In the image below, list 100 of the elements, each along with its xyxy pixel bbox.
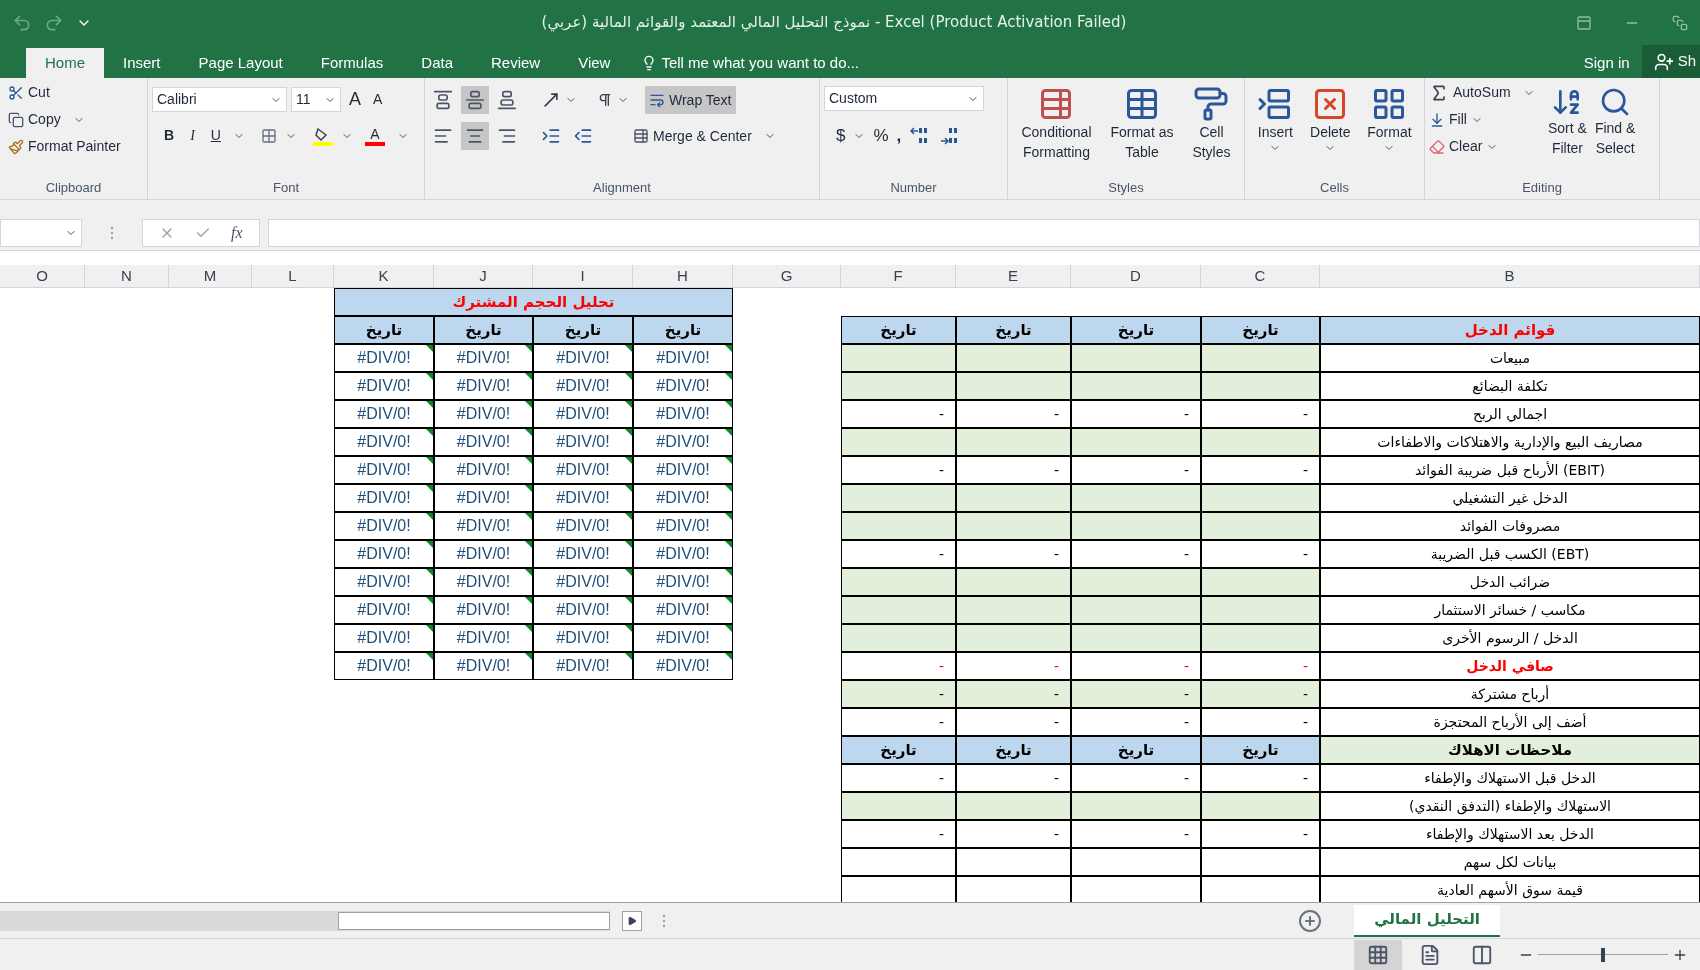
- insert-function-button[interactable]: fx: [231, 220, 243, 245]
- sign-in-link[interactable]: Sign in: [1571, 48, 1642, 78]
- ribbon-tab[interactable]: View: [559, 48, 630, 78]
- ribbon-display-icon[interactable]: [1576, 14, 1592, 31]
- orientation-icon[interactable]: [541, 90, 561, 110]
- restore-icon[interactable]: [1672, 14, 1688, 31]
- table-cell: #DIV/0!: [334, 540, 434, 568]
- format-painter-button[interactable]: Format Painter: [8, 136, 143, 157]
- row-label-cell: بيانات لكل سهم: [1320, 848, 1700, 876]
- ribbon-button[interactable]: Insert: [1253, 82, 1298, 154]
- row-label-cell: الكسب قبل الضريبة (EBT): [1320, 540, 1700, 568]
- underline-button[interactable]: U: [206, 125, 225, 146]
- table-cell: #DIV/0!: [334, 596, 434, 624]
- column-header[interactable]: B: [1320, 265, 1700, 288]
- bold-button[interactable]: B: [160, 125, 179, 146]
- cut-button[interactable]: Cut: [8, 82, 143, 103]
- column-header[interactable]: H: [633, 265, 733, 288]
- table-cell: -: [841, 400, 956, 428]
- table-cell: #DIV/0!: [434, 512, 533, 540]
- table-cell: #DIV/0!: [633, 456, 733, 484]
- outdent-icon[interactable]: [573, 126, 593, 146]
- column-header[interactable]: N: [85, 265, 169, 288]
- table-cell: #DIV/0!: [334, 652, 434, 680]
- column-header[interactable]: M: [169, 265, 252, 288]
- merge-center-button[interactable]: Merge & Center: [629, 125, 780, 147]
- share-button[interactable]: Sh: [1641, 45, 1700, 78]
- italic-button[interactable]: I: [186, 125, 199, 146]
- ribbon-tab[interactable]: Data: [402, 48, 472, 78]
- clear-button[interactable]: Clear: [1429, 136, 1544, 157]
- ribbon-button[interactable]: Delete: [1306, 82, 1355, 154]
- middle-align-icon[interactable]: [461, 86, 489, 114]
- column-header[interactable]: I: [533, 265, 633, 288]
- row-label-cell: مبيعات: [1320, 344, 1700, 372]
- grip-icon[interactable]: [662, 913, 666, 928]
- wrap-text-button[interactable]: Wrap Text: [645, 86, 736, 114]
- column-header[interactable]: L: [252, 265, 334, 288]
- group-label: Editing: [1522, 179, 1562, 198]
- table-cell: #DIV/0!: [334, 456, 434, 484]
- table-cell: #DIV/0!: [633, 512, 733, 540]
- table-cell: -: [1201, 540, 1320, 568]
- column-header[interactable]: F: [841, 265, 956, 288]
- indent-icon[interactable]: [541, 126, 561, 146]
- ribbon-tab[interactable]: Home: [26, 48, 104, 78]
- column-header[interactable]: J: [434, 265, 533, 288]
- align-center-icon[interactable]: [461, 122, 489, 150]
- table-cell: -: [956, 708, 1071, 736]
- autosum-button[interactable]: AutoSum: [1429, 82, 1544, 103]
- table-cell: -: [1071, 456, 1201, 484]
- comma-button[interactable]: ,: [896, 123, 902, 149]
- ribbon-button[interactable]: Conditional Formatting: [1017, 82, 1096, 162]
- formula-field[interactable]: [267, 218, 1700, 247]
- column-header[interactable]: K: [334, 265, 434, 288]
- grow-font-button[interactable]: A: [345, 86, 365, 113]
- new-sheet-icon[interactable]: [1298, 908, 1323, 933]
- table-cell: #DIV/0!: [334, 344, 434, 372]
- zoom-thumb[interactable]: [1601, 947, 1605, 962]
- ribbon-button[interactable]: Format: [1363, 82, 1416, 154]
- scroll-right-icon[interactable]: [622, 910, 642, 931]
- copy-button[interactable]: Copy: [8, 109, 143, 130]
- column-header[interactable]: O: [0, 265, 85, 288]
- grip-icon[interactable]: [110, 225, 114, 240]
- tell-me-button[interactable]: Tell me what you want to do...: [629, 48, 872, 78]
- ribbon-tab[interactable]: Formulas: [301, 48, 403, 78]
- ribbon-tab[interactable]: Insert: [104, 48, 180, 78]
- horizontal-scrollbar[interactable]: [0, 910, 610, 931]
- column-header-cell: تاريخ: [533, 316, 633, 344]
- error-indicator-icon: [725, 457, 732, 464]
- font-size-field[interactable]: 11: [291, 87, 341, 112]
- borders-icon[interactable]: [260, 127, 277, 144]
- fill-color-icon[interactable]: [312, 125, 333, 146]
- column-header[interactable]: C: [1201, 265, 1320, 288]
- table-cell: #DIV/0!: [434, 652, 533, 680]
- text-direction-icon[interactable]: [597, 92, 613, 108]
- table-cell: #DIV/0!: [533, 540, 633, 568]
- sheet-tab[interactable]: التحليل المالي: [1354, 904, 1500, 937]
- error-indicator-icon: [725, 485, 732, 492]
- column-header[interactable]: D: [1071, 265, 1201, 288]
- column-header[interactable]: G: [733, 265, 841, 288]
- ribbon-button[interactable]: Format as Table: [1106, 82, 1178, 162]
- table-cell: #DIV/0!: [533, 484, 633, 512]
- shrink-font-button[interactable]: A: [369, 89, 387, 110]
- ribbon-button[interactable]: Cell Styles: [1188, 82, 1235, 162]
- zoom-slider[interactable]: [1538, 947, 1668, 962]
- normal-view-icon[interactable]: [1354, 939, 1402, 970]
- fill-button[interactable]: Fill: [1429, 109, 1544, 130]
- font-name-field[interactable]: Calibri: [152, 87, 287, 112]
- eraser-icon: [1429, 138, 1445, 155]
- percent-button[interactable]: %: [873, 123, 889, 149]
- currency-button[interactable]: $: [836, 123, 846, 149]
- column-header-cell: تاريخ: [1071, 736, 1201, 764]
- table-cell: -: [956, 400, 1071, 428]
- ribbon-button[interactable]: Find & Select: [1590, 82, 1640, 158]
- ribbon-button[interactable]: Sort & Filter: [1544, 82, 1591, 158]
- ribbon-tab[interactable]: Review: [472, 48, 560, 78]
- table-cell: -: [841, 764, 956, 792]
- font-color-button[interactable]: A: [360, 125, 389, 146]
- column-header[interactable]: E: [956, 265, 1071, 288]
- ribbon-tab[interactable]: Page Layout: [179, 48, 302, 78]
- table-cell: #DIV/0!: [533, 372, 633, 400]
- number-format-field[interactable]: Custom: [824, 86, 984, 111]
